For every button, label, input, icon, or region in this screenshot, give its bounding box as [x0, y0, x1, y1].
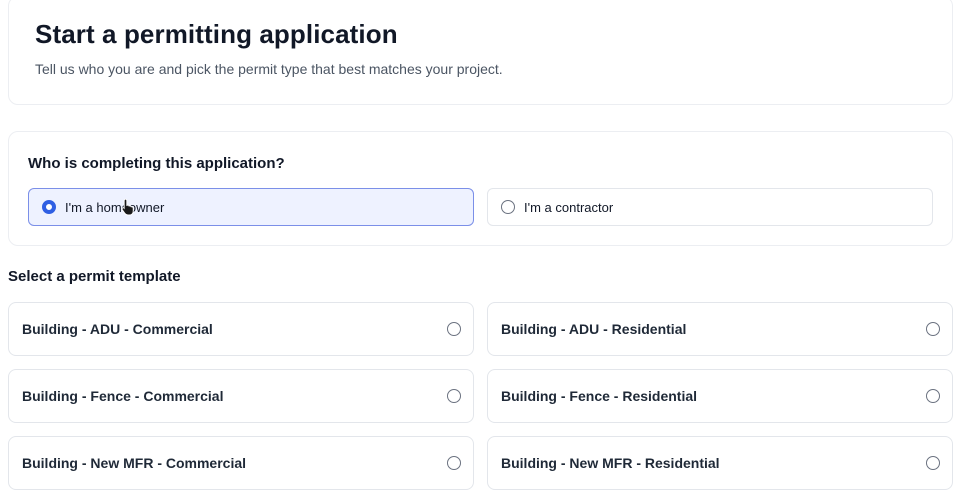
page-title: Start a permitting application	[35, 19, 398, 49]
template-new-mfr-residential[interactable]: Building - New MFR - Residential	[487, 436, 953, 490]
role-selection-card: Who is completing this application? I'm …	[8, 131, 953, 246]
template-label: Building - New MFR - Residential	[501, 455, 720, 471]
template-adu-commercial[interactable]: Building - ADU - Commercial	[8, 302, 474, 356]
template-radio[interactable]	[447, 456, 461, 470]
template-radio[interactable]	[926, 456, 940, 470]
template-radio[interactable]	[447, 322, 461, 336]
template-label: Building - New MFR - Commercial	[22, 455, 247, 471]
template-adu-residential[interactable]: Building - ADU - Residential	[487, 302, 953, 356]
template-new-mfr-commercial[interactable]: Building - New MFR - Commercial	[8, 436, 474, 490]
contractor-label: I'm a contractor	[524, 199, 614, 215]
homeowner-option[interactable]: I'm a homeowner	[28, 188, 474, 226]
template-radio[interactable]	[447, 389, 461, 403]
template-fence-residential[interactable]: Building - Fence - Residential	[487, 369, 953, 423]
header-card: Start a permitting application Tell us w…	[8, 0, 953, 105]
homeowner-label: I'm a homeowner	[65, 199, 165, 215]
hand-pointer-icon	[121, 198, 134, 216]
contractor-radio[interactable]	[501, 200, 515, 214]
template-label: Building - Fence - Commercial	[22, 388, 224, 404]
template-radio[interactable]	[926, 389, 940, 403]
contractor-option[interactable]: I'm a contractor	[487, 188, 933, 226]
template-label: Building - ADU - Commercial	[22, 321, 213, 337]
template-label: Building - ADU - Residential	[501, 321, 687, 337]
template-section-title: Select a permit template	[8, 268, 181, 285]
homeowner-radio[interactable]	[42, 200, 56, 214]
template-label: Building - Fence - Residential	[501, 388, 698, 404]
page: Start a permitting application Tell us w…	[0, 0, 960, 491]
template-radio[interactable]	[926, 322, 940, 336]
page-subtitle: Tell us who you are and pick the permit …	[35, 61, 503, 77]
role-question: Who is completing this application?	[28, 155, 285, 172]
template-fence-commercial[interactable]: Building - Fence - Commercial	[8, 369, 474, 423]
